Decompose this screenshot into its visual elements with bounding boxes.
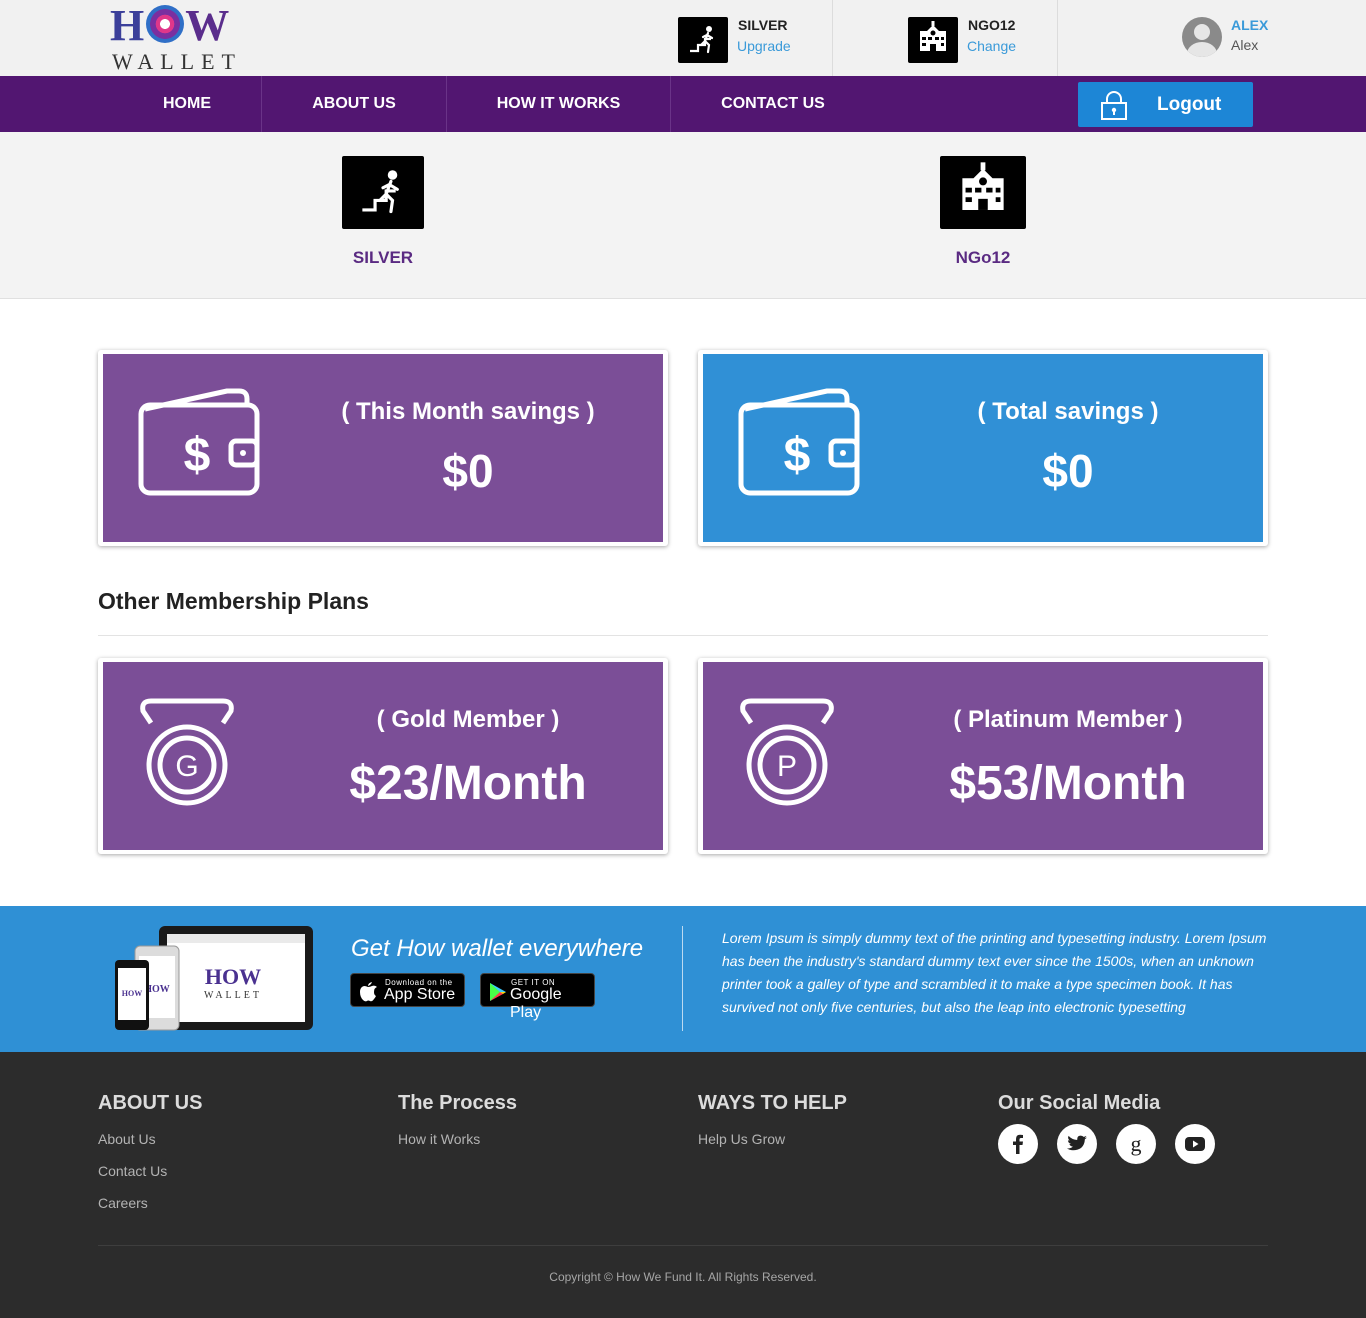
footer-heading: ABOUT US (98, 1092, 203, 1114)
play-big-text: Google Play (510, 986, 562, 1021)
user-display-name: Alex (1231, 37, 1259, 53)
school-building-icon (908, 17, 958, 63)
plan-title: ( Platinum Member ) (953, 706, 1183, 733)
devices-illustration: HOW WALLET HOW HOW (113, 926, 317, 1032)
footer-help-column: WAYS TO HELP Help Us Grow (698, 1092, 847, 1163)
wallet-icon: $ (738, 388, 860, 496)
footer: ABOUT US About Us Contact Us Careers The… (0, 1052, 1366, 1318)
app-store-button[interactable]: Download on the App Store (350, 973, 465, 1007)
stairs-runner-icon (678, 17, 728, 63)
logout-label: Logout (1157, 94, 1222, 115)
wallet-icon: $ (138, 388, 260, 496)
footer-heading: Our Social Media (998, 1092, 1161, 1114)
plan-label: SILVER (352, 248, 414, 267)
footer-link-how-it-works[interactable]: How it Works (398, 1131, 517, 1147)
plan-title: ( Gold Member ) (376, 706, 560, 733)
copyright-text: Copyright © How We Fund It. All Rights R… (549, 1270, 817, 1284)
footer-about-column: ABOUT US About Us Contact Us Careers (98, 1092, 202, 1227)
current-plan-widget: SILVER Upgrade (678, 17, 828, 63)
svg-text:WALLET: WALLET (204, 990, 262, 1001)
footer-divider (98, 1245, 1268, 1246)
savings-title: ( Total savings ) (977, 398, 1159, 425)
savings-value: $0 (442, 445, 494, 497)
upgrade-link[interactable]: Upgrade (737, 38, 791, 54)
total-savings-card: $ ( Total savings ) $0 (698, 350, 1268, 546)
svg-text:G: G (175, 750, 198, 783)
change-ngo-link[interactable]: Change (967, 38, 1016, 54)
appstore-big-text: App Store (384, 986, 456, 1003)
app-band-description: Lorem Ipsum is simply dummy text of the … (722, 930, 1267, 1015)
logo-wordmark: WALLET (112, 49, 242, 74)
gold-medal-icon: G (140, 698, 234, 806)
user-name: ALEX (1231, 17, 1269, 33)
app-band-heading: Get How wallet everywhere (351, 935, 644, 962)
svg-text:$: $ (184, 429, 211, 482)
footer-link-help-us-grow[interactable]: Help Us Grow (698, 1131, 847, 1147)
plan-price: $53/Month (949, 757, 1187, 810)
twitter-icon[interactable] (1057, 1124, 1097, 1164)
google-play-icon (490, 983, 506, 1001)
facebook-icon[interactable] (998, 1124, 1038, 1164)
avatar (1182, 17, 1222, 57)
platinum-medal-icon: P (740, 698, 834, 806)
nav-contact-us[interactable]: CONTACT US (671, 76, 875, 132)
google-plus-icon[interactable]: g (1116, 1124, 1156, 1164)
how-wallet-logo[interactable]: HW WALLET (110, 4, 250, 75)
header-divider (832, 0, 833, 76)
svg-text:P: P (777, 750, 797, 783)
gold-plan-card[interactable]: G ( Gold Member ) $23/Month (98, 658, 668, 854)
user-profile[interactable]: ALEX Alex (1182, 17, 1302, 57)
youtube-icon[interactable] (1175, 1124, 1215, 1164)
membership-summary-band: SILVER NGo12 (0, 132, 1366, 299)
section-title: Other Membership Plans (98, 588, 369, 614)
google-play-button[interactable]: GET IT ON Google Play (480, 973, 595, 1021)
footer-heading: WAYS TO HELP (698, 1092, 847, 1114)
footer-heading: The Process (398, 1092, 517, 1114)
current-ngo-widget: NGO12 Change (908, 17, 1058, 63)
apple-icon (360, 982, 377, 1002)
ngo-name: NGO12 (968, 17, 1016, 33)
footer-process-column: The Process How it Works (398, 1092, 517, 1163)
plan-name: SILVER (738, 17, 788, 33)
main-nav: HOME ABOUT US HOW IT WORKS CONTACT US Lo… (0, 76, 1366, 132)
get-app-band: HOW WALLET HOW HOW Get How wallet everyw… (0, 906, 1366, 1052)
footer-link-about-us[interactable]: About Us (98, 1131, 202, 1147)
footer-link-contact-us[interactable]: Contact Us (98, 1163, 202, 1179)
footer-link-careers[interactable]: Careers (98, 1195, 202, 1211)
savings-value: $0 (1042, 445, 1094, 497)
this-month-savings-card: $ ( This Month savings ) $0 (98, 350, 668, 546)
savings-title: ( This Month savings ) (341, 398, 595, 425)
svg-text:HOW: HOW (205, 964, 261, 989)
lock-icon (1101, 91, 1127, 120)
nav-home[interactable]: HOME (112, 76, 262, 132)
nav-how-it-works[interactable]: HOW IT WORKS (447, 76, 670, 132)
header-divider (1057, 0, 1058, 76)
top-header: HW WALLET SILVER Upgrade NGO12 Change AL… (0, 0, 1366, 76)
svg-text:g: g (1131, 1132, 1142, 1156)
ngo-label: NGo12 (955, 248, 1011, 267)
stairs-runner-icon (342, 156, 424, 229)
section-divider (98, 635, 1268, 636)
svg-text:$: $ (784, 429, 811, 482)
platinum-plan-card[interactable]: P ( Platinum Member ) $53/Month (698, 658, 1268, 854)
school-building-icon (940, 156, 1026, 229)
plan-price: $23/Month (349, 757, 587, 810)
nav-about-us[interactable]: ABOUT US (262, 76, 446, 132)
app-band-divider (682, 926, 683, 1031)
svg-text:HOW: HOW (122, 989, 142, 998)
logout-button[interactable]: Logout (1078, 82, 1253, 127)
